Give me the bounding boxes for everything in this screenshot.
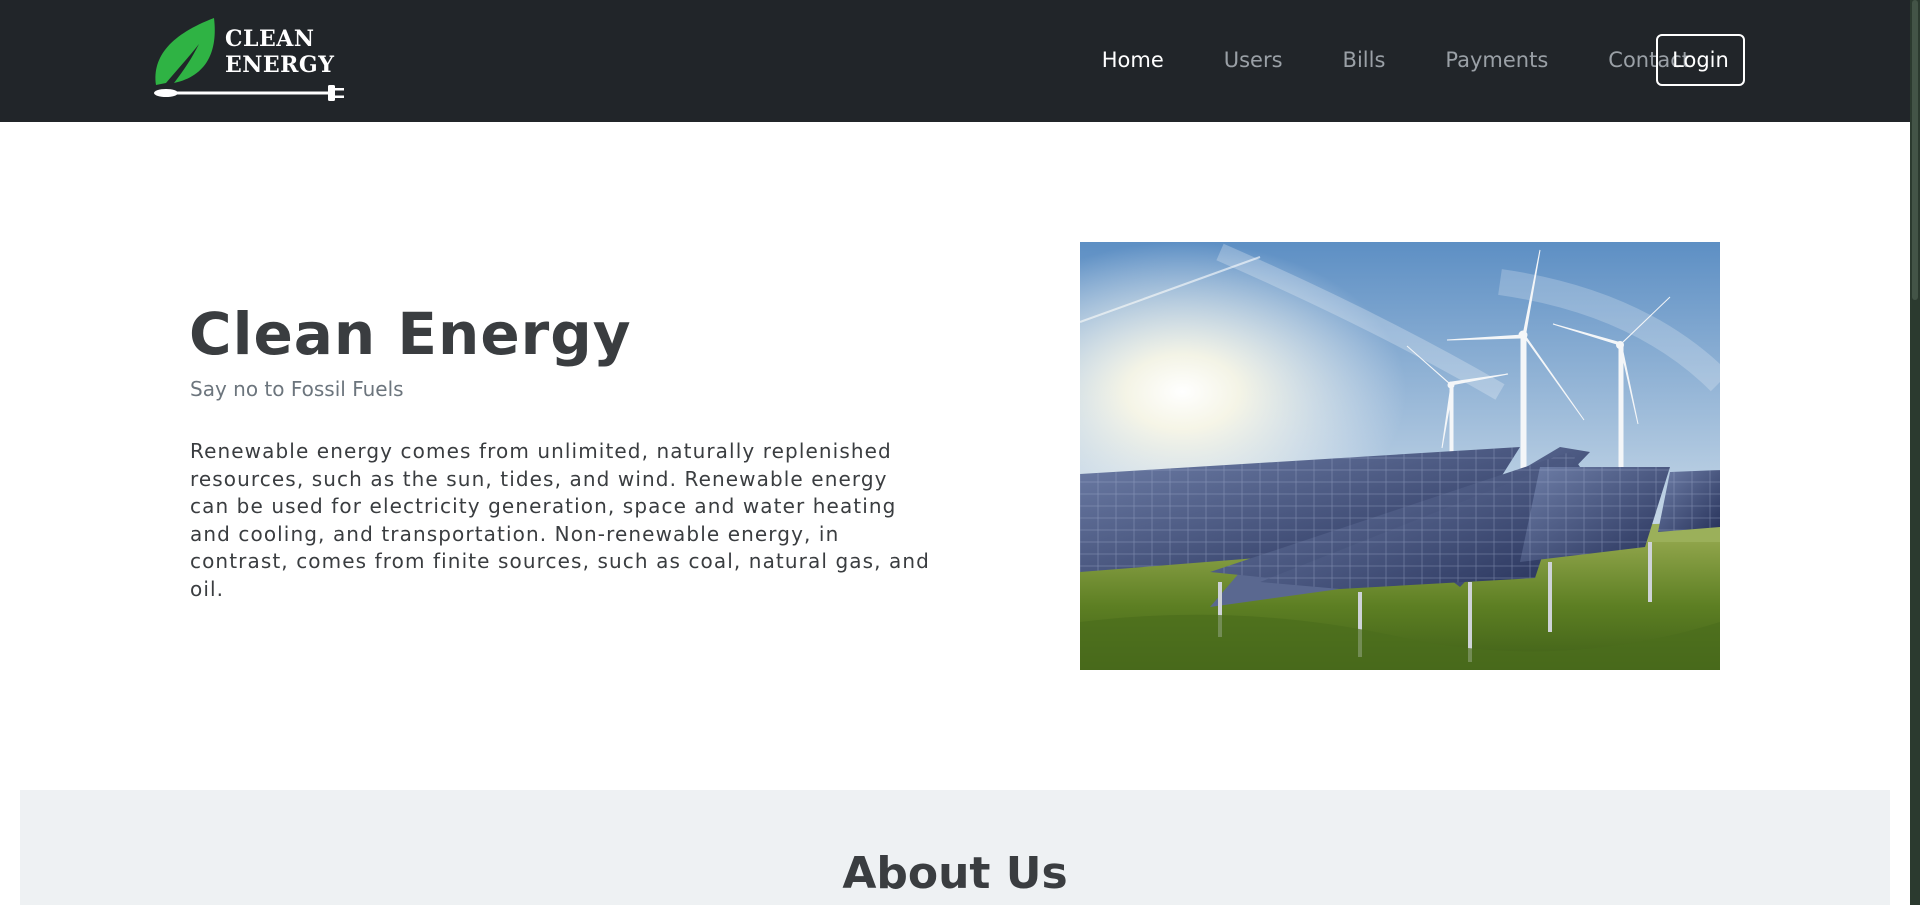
nav-item-home[interactable]: Home [1102,48,1164,72]
hero-subtitle: Say no to Fossil Fuels [190,377,404,401]
hero-image [1080,242,1720,670]
about-title: About Us [842,848,1068,899]
nav-item-payments[interactable]: Payments [1445,48,1548,72]
brand-line-1: CLEAN [225,26,315,52]
nav-item-users[interactable]: Users [1224,48,1283,72]
brand-name: CLEAN ENERGY [225,26,334,78]
scrollbar-thumb[interactable] [1912,0,1918,300]
nav-links: Home Users Bills Payments Contact [1042,34,1690,86]
brand-line-2: ENERGY [225,52,335,78]
brand-logo[interactable]: CLEAN ENERGY [152,16,352,104]
navbar: CLEAN ENERGY Home Users Bills Payments C… [0,0,1910,122]
solar-panels-wind-turbines-photo [1080,242,1720,670]
hero-title: Clean Energy [189,300,632,368]
login-button[interactable]: Login [1656,34,1745,86]
nav-item-bills[interactable]: Bills [1343,48,1386,72]
about-section: About Us [20,790,1890,905]
hero-description: Renewable energy comes from unlimited, n… [190,439,930,601]
